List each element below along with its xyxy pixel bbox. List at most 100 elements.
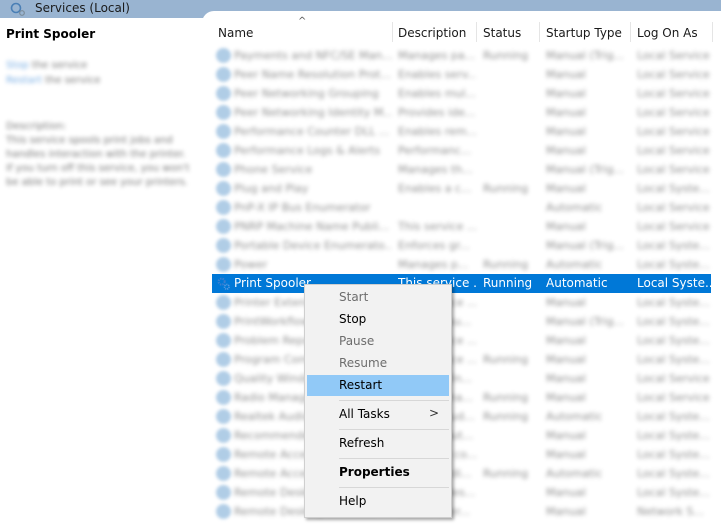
service-name-cell: Phone Service <box>234 163 313 176</box>
service-description-cell: Performanc... <box>398 144 472 157</box>
menu-separator <box>339 458 449 459</box>
column-divider[interactable] <box>476 22 477 42</box>
table-row[interactable]: Performance Counter DLL ... Enables rem..… <box>212 122 711 141</box>
service-log-on-as-cell: Local Service <box>637 220 710 233</box>
service-log-on-as-cell: Local Syste... <box>637 410 710 423</box>
table-row[interactable]: PrintWorkflowProvides su...Manual (Trig.… <box>212 312 711 331</box>
service-startup-type-cell: Manual <box>546 353 586 366</box>
service-description-cell: Enables serv... <box>398 68 476 81</box>
column-divider[interactable] <box>539 22 540 42</box>
service-startup-type-cell: Manual <box>546 391 586 404</box>
table-row[interactable]: PNRP Machine Name Publi... This service .… <box>212 217 711 236</box>
menu-item-label: Restart <box>339 378 383 392</box>
service-log-on-as-cell: Local Syste... <box>637 467 710 480</box>
menu-item-resume[interactable]: Resume <box>307 353 449 374</box>
menu-item-label: Start <box>339 290 369 304</box>
service-name-cell: Payments and NFC/SE Man... <box>234 49 392 62</box>
service-gear-icon <box>216 390 231 405</box>
service-name-cell: PnP-X IP Bus Enumerator <box>234 201 371 214</box>
menu-item-refresh[interactable]: Refresh <box>307 433 449 454</box>
table-row[interactable]: Remote Access Connection...Manages di...… <box>212 464 711 483</box>
service-log-on-as-cell: Local Syste... <box>637 448 710 461</box>
column-header-description[interactable]: Description <box>398 26 466 40</box>
table-row[interactable]: Payments and NFC/SE Man... Manages pa... R… <box>212 46 711 65</box>
table-row[interactable]: Recommended Troublesho...Enables aut...M… <box>212 426 711 445</box>
column-header-status[interactable]: Status <box>483 26 521 40</box>
service-description-cell: Manages p... <box>398 258 469 271</box>
service-gear-icon <box>216 67 231 82</box>
table-row-selected[interactable]: Print Spooler This service ... Running Auto… <box>212 274 711 293</box>
menu-item-label: Pause <box>339 334 375 348</box>
service-description-cell: Manages th... <box>398 163 473 176</box>
service-startup-type-cell: Manual <box>546 372 586 385</box>
column-divider[interactable] <box>712 22 713 42</box>
service-startup-type-cell: Manual <box>546 334 586 347</box>
column-divider[interactable] <box>630 22 631 42</box>
service-log-on-as-cell: Local Syste... <box>637 296 710 309</box>
service-gear-icon <box>216 143 231 158</box>
service-gear-icon <box>216 48 231 63</box>
table-row[interactable]: Peer Name Resolution Prot... Enables serv… <box>212 65 711 84</box>
table-row[interactable]: Radio Management ServiceRadio Mana...Run… <box>212 388 711 407</box>
service-name-cell: Portable Device Enumerato... <box>234 239 392 252</box>
service-log-on-as-cell: Local Syste... <box>637 334 710 347</box>
service-log-on-as-cell: Local Syste... <box>637 239 710 252</box>
menu-separator <box>339 429 449 430</box>
table-row[interactable]: Quality Windows Audio Vid...Quality Win.… <box>212 369 711 388</box>
service-log-on-as-cell: Local Syste... <box>637 276 711 290</box>
table-row[interactable]: Remote Desktop ServicesAllows user...Man… <box>212 502 711 521</box>
service-log-on-as-cell: Local Service <box>637 372 710 385</box>
table-row[interactable]: Plug and Play Enables a c... Running Manual… <box>212 179 711 198</box>
menu-item-stop[interactable]: Stop <box>307 309 449 330</box>
menu-item-all-tasks[interactable]: All Tasks > <box>307 404 449 425</box>
table-row[interactable]: Remote Desktop Configurat...Remote Des..… <box>212 483 711 502</box>
table-row[interactable]: Peer Networking Identity M... Provides id… <box>212 103 711 122</box>
table-row[interactable]: Phone Service Manages th... Manual (Trig..… <box>212 160 711 179</box>
service-startup-type-cell: Manual <box>546 220 586 233</box>
service-log-on-as-cell: Local Service <box>637 391 710 404</box>
service-gear-icon <box>216 485 231 500</box>
table-row[interactable]: Program Compatibility Assi...This servic… <box>212 350 711 369</box>
service-gear-icon <box>216 295 231 310</box>
restart-service-link[interactable]: Restart <box>6 75 42 86</box>
service-gear-icon <box>216 276 231 291</box>
table-row[interactable]: Remote Access Auto Conne...Creates a co.… <box>212 445 711 464</box>
table-row[interactable]: Power Manages p... Running Automatic Local S… <box>212 255 711 274</box>
menu-separator <box>339 400 449 401</box>
service-log-on-as-cell: Local Syste... <box>637 315 710 328</box>
table-row[interactable]: Realtek Audio Universal Se...Realtek Aud… <box>212 407 711 426</box>
table-row[interactable]: PnP-X IP Bus Enumerator Automatic Local Se… <box>212 198 711 217</box>
service-description-cell: Enables a c... <box>398 182 472 195</box>
table-row[interactable]: Performance Logs & Alerts Performanc... Ma… <box>212 141 711 160</box>
service-name-cell: Peer Name Resolution Prot... <box>234 68 391 81</box>
menu-item-restart[interactable]: Restart <box>307 375 449 396</box>
service-description-cell: Enforces gr... <box>398 239 470 252</box>
service-log-on-as-cell: Local Service <box>637 68 710 81</box>
description-line: If you turn off this service, you won't <box>6 163 190 174</box>
table-row[interactable]: Problem Reports Control P...This service… <box>212 331 711 350</box>
service-startup-type-cell: Manual <box>546 448 586 461</box>
service-startup-type-cell: Manual <box>546 296 586 309</box>
service-log-on-as-cell: Local Service <box>637 163 710 176</box>
menu-item-pause[interactable]: Pause <box>307 331 449 352</box>
column-header-startup-type[interactable]: Startup Type <box>546 26 622 40</box>
service-name-cell: Peer Networking Grouping <box>234 87 379 100</box>
service-gear-icon <box>216 162 231 177</box>
menu-item-start[interactable]: Start <box>307 287 449 308</box>
menu-item-properties[interactable]: Properties <box>307 462 449 483</box>
menu-separator <box>339 487 449 488</box>
menu-item-help[interactable]: Help <box>307 491 449 512</box>
stop-service-link[interactable]: Stop <box>6 60 29 71</box>
table-row[interactable]: Portable Device Enumerato... Enforces gr.… <box>212 236 711 255</box>
column-header-name[interactable]: Name <box>218 26 253 40</box>
service-gear-icon <box>216 181 231 196</box>
column-divider[interactable] <box>392 22 393 42</box>
column-header-log-on-as[interactable]: Log On As <box>637 26 698 40</box>
service-startup-type-cell: Automatic <box>546 410 603 423</box>
table-row[interactable]: Peer Networking Grouping Enables mul... Ma… <box>212 84 711 103</box>
stop-action-line: Stop the service <box>6 60 88 71</box>
service-description-cell: Manages pa... <box>398 49 476 62</box>
service-status-cell: Running <box>483 276 533 290</box>
service-status-cell: Running <box>483 410 529 423</box>
table-row[interactable]: Printer Extensions and No...This service… <box>212 293 711 312</box>
